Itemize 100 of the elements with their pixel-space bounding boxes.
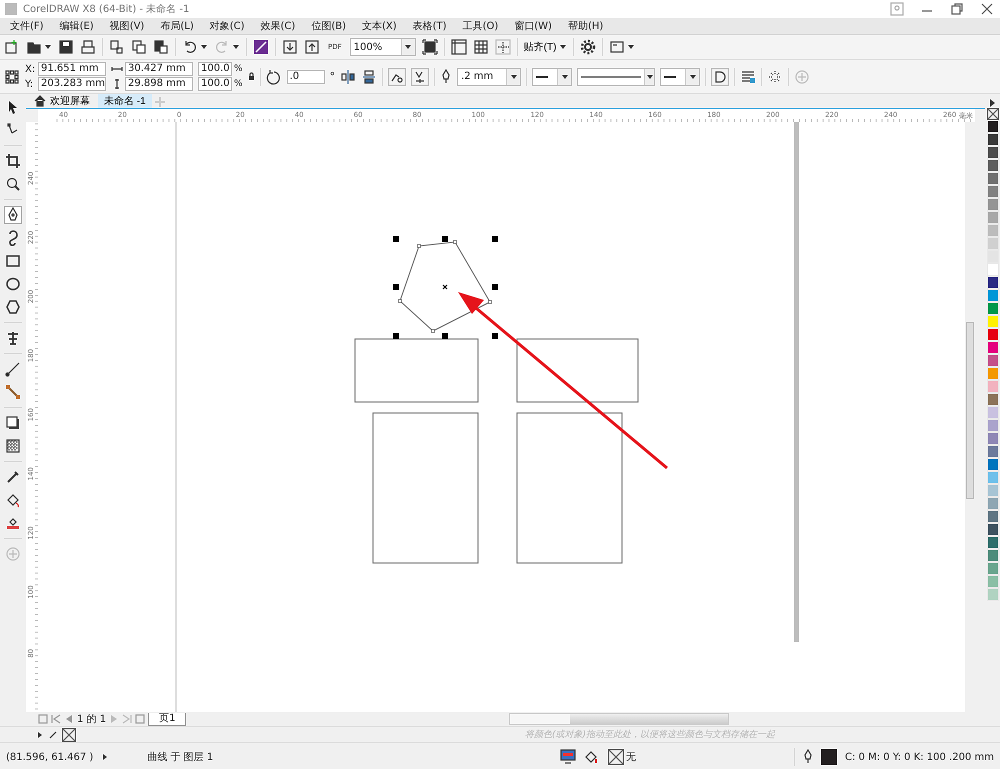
menu-item[interactable]: 效果(C) xyxy=(252,19,304,33)
close-icon[interactable] xyxy=(980,2,994,16)
color-swatch[interactable] xyxy=(986,497,998,510)
caret-icon[interactable] xyxy=(404,43,412,51)
rectangle-icon[interactable] xyxy=(5,253,21,269)
color-swatch[interactable] xyxy=(986,315,998,328)
color-swatch[interactable] xyxy=(986,471,998,484)
color-swatch[interactable] xyxy=(986,237,998,250)
color-swatch[interactable] xyxy=(986,328,998,341)
menu-item[interactable]: 窗口(W) xyxy=(506,19,560,33)
color-swatch[interactable] xyxy=(986,341,998,354)
line-style-combo[interactable] xyxy=(577,68,656,86)
monitor-icon[interactable] xyxy=(560,749,576,765)
color-swatch[interactable] xyxy=(986,120,998,133)
mirror-horizontal-icon[interactable] xyxy=(340,68,356,84)
scrollbar-thumb[interactable] xyxy=(966,322,974,499)
color-swatch[interactable] xyxy=(986,367,998,380)
start-arrow-combo[interactable] xyxy=(532,68,572,86)
app-launcher-icon[interactable] xyxy=(609,39,626,55)
document-tab[interactable]: 欢迎屏幕 xyxy=(28,94,96,108)
drop-shadow-icon[interactable] xyxy=(5,415,21,431)
paste-icon[interactable] xyxy=(153,39,169,55)
color-swatch[interactable] xyxy=(986,484,998,497)
rectangle-shape[interactable] xyxy=(372,412,478,564)
color-swatch[interactable] xyxy=(986,224,998,237)
crop-icon[interactable] xyxy=(5,153,21,169)
polygon-icon[interactable] xyxy=(5,299,21,315)
scroll-up-icon[interactable] xyxy=(988,98,998,108)
full-screen-icon[interactable] xyxy=(422,39,438,55)
pen-icon[interactable] xyxy=(803,749,814,765)
pentagon-shape[interactable] xyxy=(398,240,492,333)
menu-item[interactable]: 表格(T) xyxy=(404,19,455,33)
color-swatch[interactable] xyxy=(986,510,998,523)
color-swatch[interactable] xyxy=(986,406,998,419)
color-swatch[interactable] xyxy=(986,211,998,224)
color-swatch[interactable] xyxy=(986,523,998,536)
color-swatch[interactable] xyxy=(986,172,998,185)
text-align-icon[interactable] xyxy=(740,68,756,84)
expand-icon[interactable] xyxy=(101,753,110,761)
color-swatch[interactable] xyxy=(986,185,998,198)
width-icon[interactable] xyxy=(111,64,123,74)
color-swatch[interactable] xyxy=(986,380,998,393)
close-curve-icon[interactable] xyxy=(711,68,730,86)
menu-item[interactable]: 帮助(H) xyxy=(560,19,612,33)
color-swatch[interactable] xyxy=(986,588,998,601)
edit-nodes-icon[interactable] xyxy=(388,68,406,86)
ruler-toggle-icon[interactable] xyxy=(450,39,467,55)
caret-icon[interactable] xyxy=(627,43,636,51)
caret-icon[interactable] xyxy=(560,72,569,80)
color-swatch[interactable] xyxy=(986,159,998,172)
scrollbar-thumb[interactable] xyxy=(570,714,728,724)
color-swatch[interactable] xyxy=(986,536,998,549)
eyedropper-icon[interactable] xyxy=(49,730,57,738)
no-color-swatch-icon[interactable] xyxy=(986,108,998,120)
scale-x-field[interactable]: 100.0 xyxy=(198,62,232,76)
line-icon[interactable] xyxy=(5,361,21,377)
zoom-combo[interactable]: 100% xyxy=(350,38,416,56)
document-tab[interactable]: 未命名 -1 xyxy=(98,94,152,108)
menu-item[interactable]: 对象(C) xyxy=(202,19,253,33)
ellipse-icon[interactable] xyxy=(5,276,21,292)
mirror-vertical-icon[interactable] xyxy=(361,68,378,84)
grid-icon[interactable] xyxy=(472,39,489,55)
color-swatch[interactable] xyxy=(986,419,998,432)
import-icon[interactable] xyxy=(282,39,298,55)
checker-icon[interactable] xyxy=(5,438,21,454)
rectangle-shape[interactable] xyxy=(516,338,638,402)
pen-icon[interactable] xyxy=(440,68,452,84)
color-swatch[interactable] xyxy=(986,393,998,406)
color-swatch[interactable] xyxy=(986,250,998,263)
rectangle-shape[interactable] xyxy=(354,338,478,402)
no-fill-swatch-icon[interactable] xyxy=(608,749,624,765)
connector-icon[interactable] xyxy=(5,384,21,400)
caret-icon[interactable] xyxy=(688,72,697,80)
restore-icon[interactable] xyxy=(950,2,964,16)
color-swatch[interactable] xyxy=(986,354,998,367)
color-swatch[interactable] xyxy=(986,133,998,146)
menu-item[interactable]: 文本(X) xyxy=(354,19,405,33)
guidelines-icon[interactable] xyxy=(494,39,511,55)
scale-y-field[interactable]: 100.0 xyxy=(198,77,232,91)
caret-icon[interactable] xyxy=(559,43,568,51)
print-icon[interactable] xyxy=(80,39,96,55)
text-tool-icon[interactable] xyxy=(5,330,21,346)
selection-handles-drawing[interactable] xyxy=(393,236,498,339)
color-swatch[interactable] xyxy=(986,276,998,289)
width-field[interactable]: 30.427 mm xyxy=(125,62,193,76)
color-swatch[interactable] xyxy=(986,289,998,302)
x-position-field[interactable]: 91.651 mm xyxy=(38,62,106,76)
menu-item[interactable]: 编辑(E) xyxy=(52,19,102,33)
menu-item[interactable]: 布局(L) xyxy=(152,19,202,33)
y-position-field[interactable]: 203.283 mm xyxy=(38,77,106,91)
snap-to-menu[interactable]: 贴齐(T) xyxy=(524,40,568,54)
lock-icon[interactable] xyxy=(248,72,255,81)
page-tab[interactable]: 页1 xyxy=(148,712,186,726)
color-swatch[interactable] xyxy=(986,458,998,471)
copy-icon[interactable] xyxy=(131,39,147,55)
end-arrow-combo[interactable] xyxy=(660,68,700,86)
settings-icon[interactable] xyxy=(580,39,596,55)
object-origin-icon[interactable] xyxy=(4,68,20,84)
paint-bucket-icon[interactable] xyxy=(5,492,21,508)
search-icon[interactable] xyxy=(5,176,21,192)
